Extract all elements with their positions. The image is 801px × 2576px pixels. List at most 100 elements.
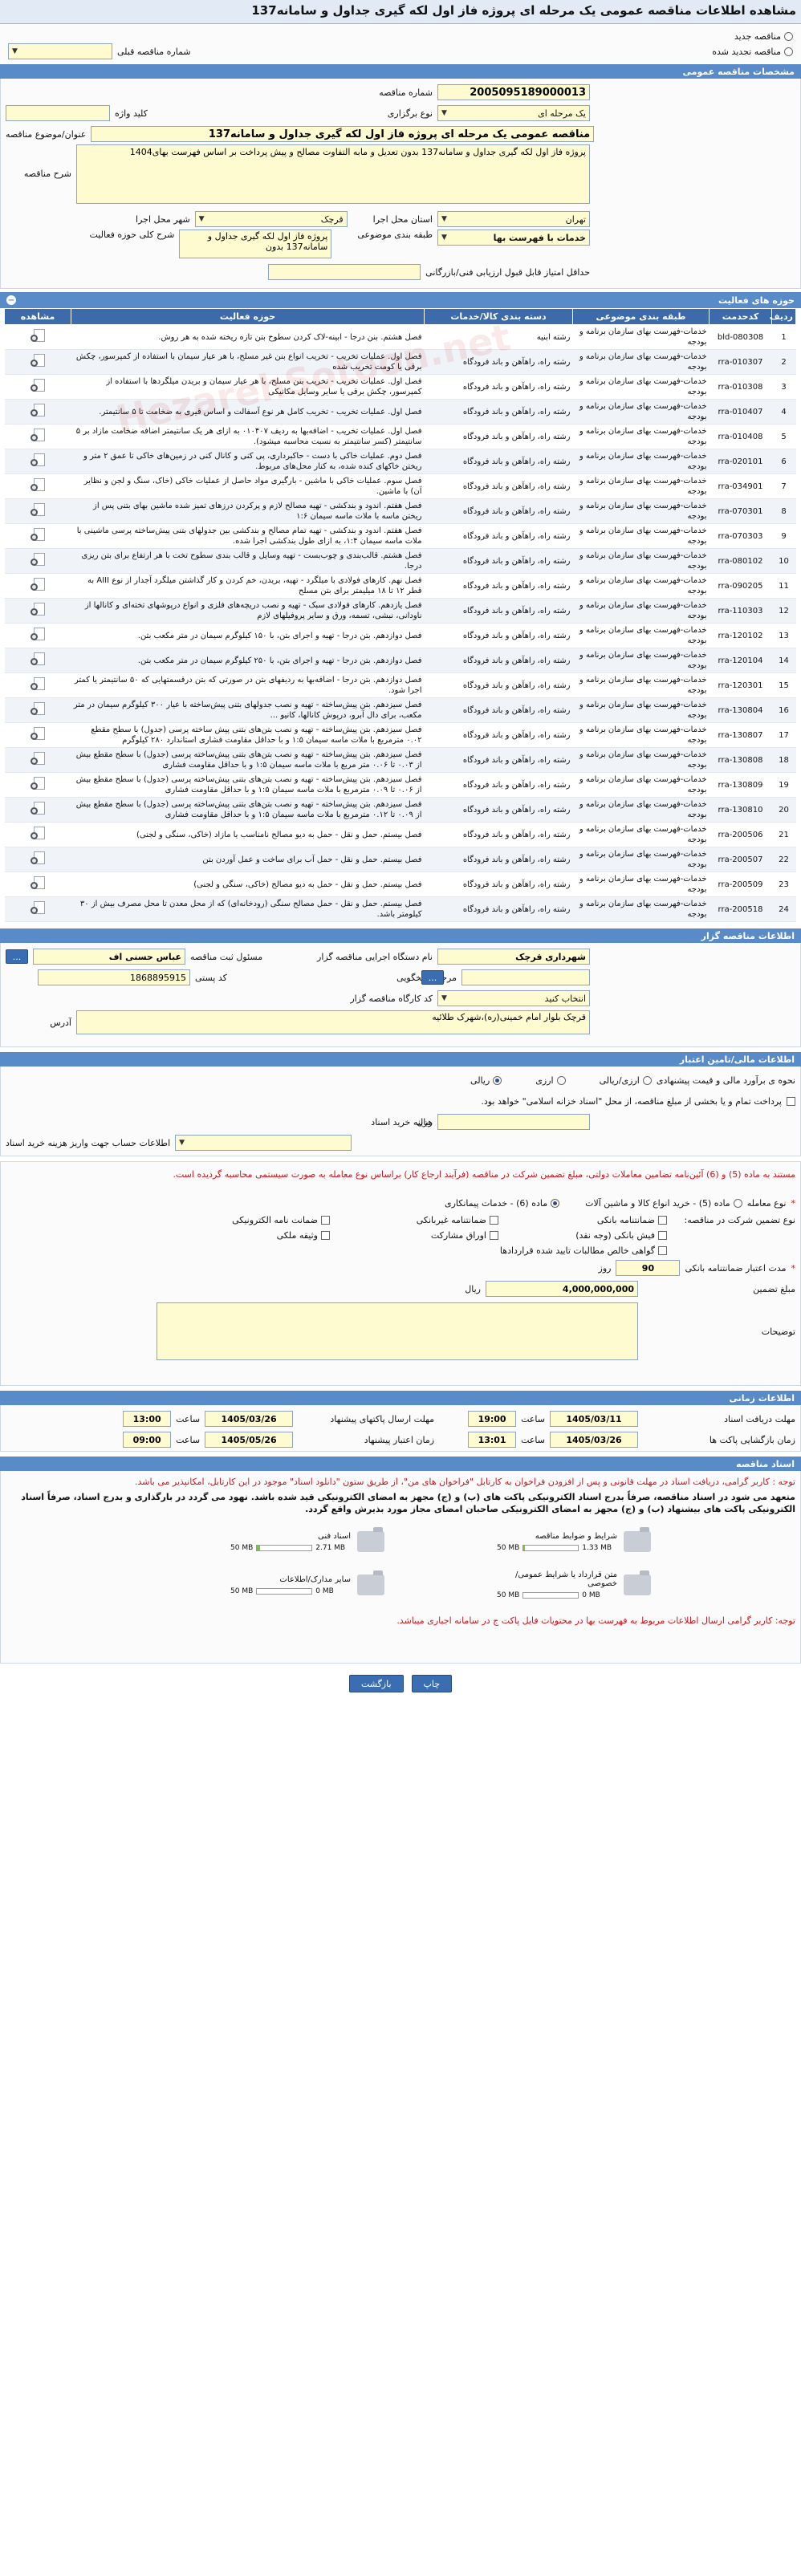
radio-renewed-tender[interactable]: مناقصه تجدید شده	[712, 47, 793, 57]
view-details-icon[interactable]	[29, 477, 47, 492]
radio-dot	[642, 1075, 652, 1085]
check-electronic-guarantee[interactable]: ضمانت نامه الکترونیکی	[169, 1215, 330, 1225]
col-header-index: ردیف	[770, 308, 796, 325]
row-scope: فصل اول. عملیات تخریب - تخریب انواع بنن …	[71, 349, 425, 375]
address-field[interactable]: قرچک بلوار امام خمینی(ره)،شهرک طلائیه	[76, 1010, 590, 1034]
view-details-icon[interactable]	[29, 726, 47, 741]
col-header-group: دسته بندی کالا/خدمات	[424, 308, 573, 325]
view-details-icon[interactable]	[29, 751, 47, 766]
org-name-field[interactable]: شهرداری قرچک	[437, 949, 590, 965]
validity-field[interactable]: 90	[616, 1260, 681, 1276]
amount-field[interactable]: 4,000,000,000	[486, 1281, 638, 1297]
province-value: تهران	[565, 213, 586, 225]
notes-field[interactable]	[157, 1302, 638, 1360]
view-details-icon[interactable]	[29, 776, 47, 790]
row-code: rra-010407	[709, 399, 772, 425]
radio-mixed[interactable]: ارزی/ریالی	[600, 1075, 652, 1086]
send-deadline-time[interactable]: 13:00	[123, 1411, 172, 1427]
view-details-icon[interactable]	[29, 328, 47, 343]
responsible-field[interactable]: عباس حسنی اف	[33, 949, 185, 965]
attachment-contract[interactable]: متن قرارداد یا شرایط عمومی/خصوصی 50 MB 0 …	[417, 1566, 651, 1603]
view-details-icon[interactable]	[29, 502, 47, 517]
check-bank-receipt[interactable]: فیش بانکی (وجه نقد)	[506, 1230, 667, 1241]
prev-number-select[interactable]: ▼	[8, 43, 112, 59]
responsible-label: مسئول ثبت مناقصه	[190, 951, 263, 962]
attachment-technical[interactable]: اسناد فنی 50 MB 2.71 MB	[150, 1523, 384, 1560]
row-group: رشته راه، راهآهن و باند فرودگاه	[424, 424, 573, 449]
min-score-field[interactable]	[268, 264, 421, 280]
view-details-icon[interactable]	[29, 677, 47, 691]
reference-lookup-button[interactable]: ...	[421, 970, 444, 985]
doc-price-field[interactable]	[437, 1114, 590, 1130]
view-details-icon[interactable]	[29, 801, 47, 815]
check-net-claims[interactable]: گواهی خالص مطالبات تایید شده قراردادها	[338, 1245, 667, 1256]
radio-article-5[interactable]: ماده (5) - خرید انواع کالا و ماشین آلات	[585, 1198, 742, 1209]
radio-rial[interactable]: ریالی	[470, 1075, 502, 1086]
radio-fx[interactable]: ارزی	[535, 1075, 566, 1086]
magnifier-shape	[30, 335, 38, 342]
view-details-icon[interactable]	[29, 876, 47, 890]
receive-deadline-time[interactable]: 19:00	[468, 1411, 517, 1427]
province-select[interactable]: تهران ▼	[437, 211, 590, 227]
print-button[interactable]: چاپ	[411, 1675, 453, 1692]
hold-type-select[interactable]: یک مرحله ای ▼	[437, 105, 590, 121]
postal-field[interactable]: 1868895915	[38, 969, 190, 985]
view-details-icon[interactable]	[29, 527, 47, 542]
radio-article-6[interactable]: ماده (6) - خدمات پیمانکاری	[445, 1198, 560, 1209]
row-scope: فصل سوم. عملیات خاکی با ماشین - بارگیری …	[71, 473, 425, 499]
check-nonbank-guarantee[interactable]: ضمانتنامه غیربانکی	[338, 1215, 498, 1225]
responsible-lookup-button[interactable]: ...	[6, 949, 28, 964]
keyword-field[interactable]	[6, 105, 110, 121]
back-button[interactable]: بازگشت	[348, 1675, 404, 1692]
row-group: رشته راه، راهآهن و باند فرودگاه	[424, 697, 573, 723]
subject-class-select[interactable]: خدمات با فهرست بها ▼	[437, 230, 590, 246]
receive-deadline-date[interactable]: 1405/03/11	[550, 1411, 638, 1427]
view-details-icon[interactable]	[29, 900, 47, 915]
description-field[interactable]: پروژه فاز اول لکه گیری جداول و سامانه137…	[76, 144, 590, 204]
view-details-icon[interactable]	[29, 652, 47, 666]
view-details-icon[interactable]	[29, 378, 47, 392]
view-details-icon[interactable]	[29, 403, 47, 417]
title-bar: مشاهده اطلاعات مناقصه عمومی یک مرحله ای …	[0, 0, 801, 24]
chevron-down-icon: ▼	[441, 109, 447, 117]
check-bonds[interactable]: اوراق مشارکت	[338, 1230, 498, 1241]
tender-view-page: مشاهده اطلاعات مناقصه عمومی یک مرحله ای …	[0, 0, 801, 2576]
send-deadline-date[interactable]: 1405/03/26	[205, 1411, 294, 1427]
view-details-icon[interactable]	[29, 602, 47, 616]
scope-field[interactable]: پروژه فاز اول لکه گیری جداول و سامانه137…	[179, 230, 332, 258]
open-time[interactable]: 13:01	[468, 1432, 517, 1448]
open-date[interactable]: 1405/03/26	[550, 1432, 638, 1448]
reference-field[interactable]	[461, 969, 590, 985]
row-class: خدمات-فهرست بهای سازمان برنامه و بودجه	[572, 399, 710, 425]
keyword-label: کلید واژه	[115, 108, 148, 119]
view-details-icon[interactable]	[29, 851, 47, 865]
row-code: rra-130808	[709, 747, 772, 773]
check-bank-guarantee[interactable]: ضمانتنامه بانکی	[506, 1215, 667, 1225]
row-index: 12	[771, 598, 796, 624]
tender-number-field[interactable]: 2005095189000013	[437, 84, 590, 100]
view-details-icon[interactable]	[29, 627, 47, 641]
row-group: رشته ابنیه	[424, 324, 573, 350]
subject-field[interactable]: مناقصه عمومی یک مرحله ای پروژه فاز اول ل…	[91, 126, 595, 142]
attachment-max: 50 MB	[497, 1543, 520, 1552]
check-property[interactable]: وثیقه ملکی	[169, 1230, 330, 1241]
validity-time[interactable]: 09:00	[123, 1432, 172, 1448]
view-details-icon[interactable]	[29, 577, 47, 591]
city-select[interactable]: قرچک ▼	[194, 211, 348, 227]
workshop-select[interactable]: انتخاب کنید ▼	[437, 990, 590, 1006]
attachment-conditions[interactable]: شرایط و ضوابط مناقصه 50 MB 1.33 MB	[417, 1523, 651, 1560]
view-details-icon[interactable]	[29, 353, 47, 368]
account-select[interactable]: ▼	[175, 1135, 352, 1151]
row-code: rra-110303	[709, 598, 772, 624]
view-details-icon[interactable]	[29, 428, 47, 442]
magnifier-shape	[30, 633, 38, 640]
view-details-icon[interactable]	[29, 701, 47, 716]
attachment-other[interactable]: سایر مدارک/اطلاعات 50 MB 0 MB	[150, 1566, 384, 1603]
view-details-icon[interactable]	[29, 552, 47, 567]
radio-new-tender[interactable]: مناقصه جدید	[734, 31, 793, 42]
collapse-icon[interactable]: −	[6, 295, 16, 305]
validity-date[interactable]: 1405/05/26	[205, 1432, 294, 1448]
view-details-icon[interactable]	[29, 453, 47, 467]
view-details-icon[interactable]	[29, 826, 47, 840]
treasury-checkbox[interactable]	[787, 1096, 795, 1106]
